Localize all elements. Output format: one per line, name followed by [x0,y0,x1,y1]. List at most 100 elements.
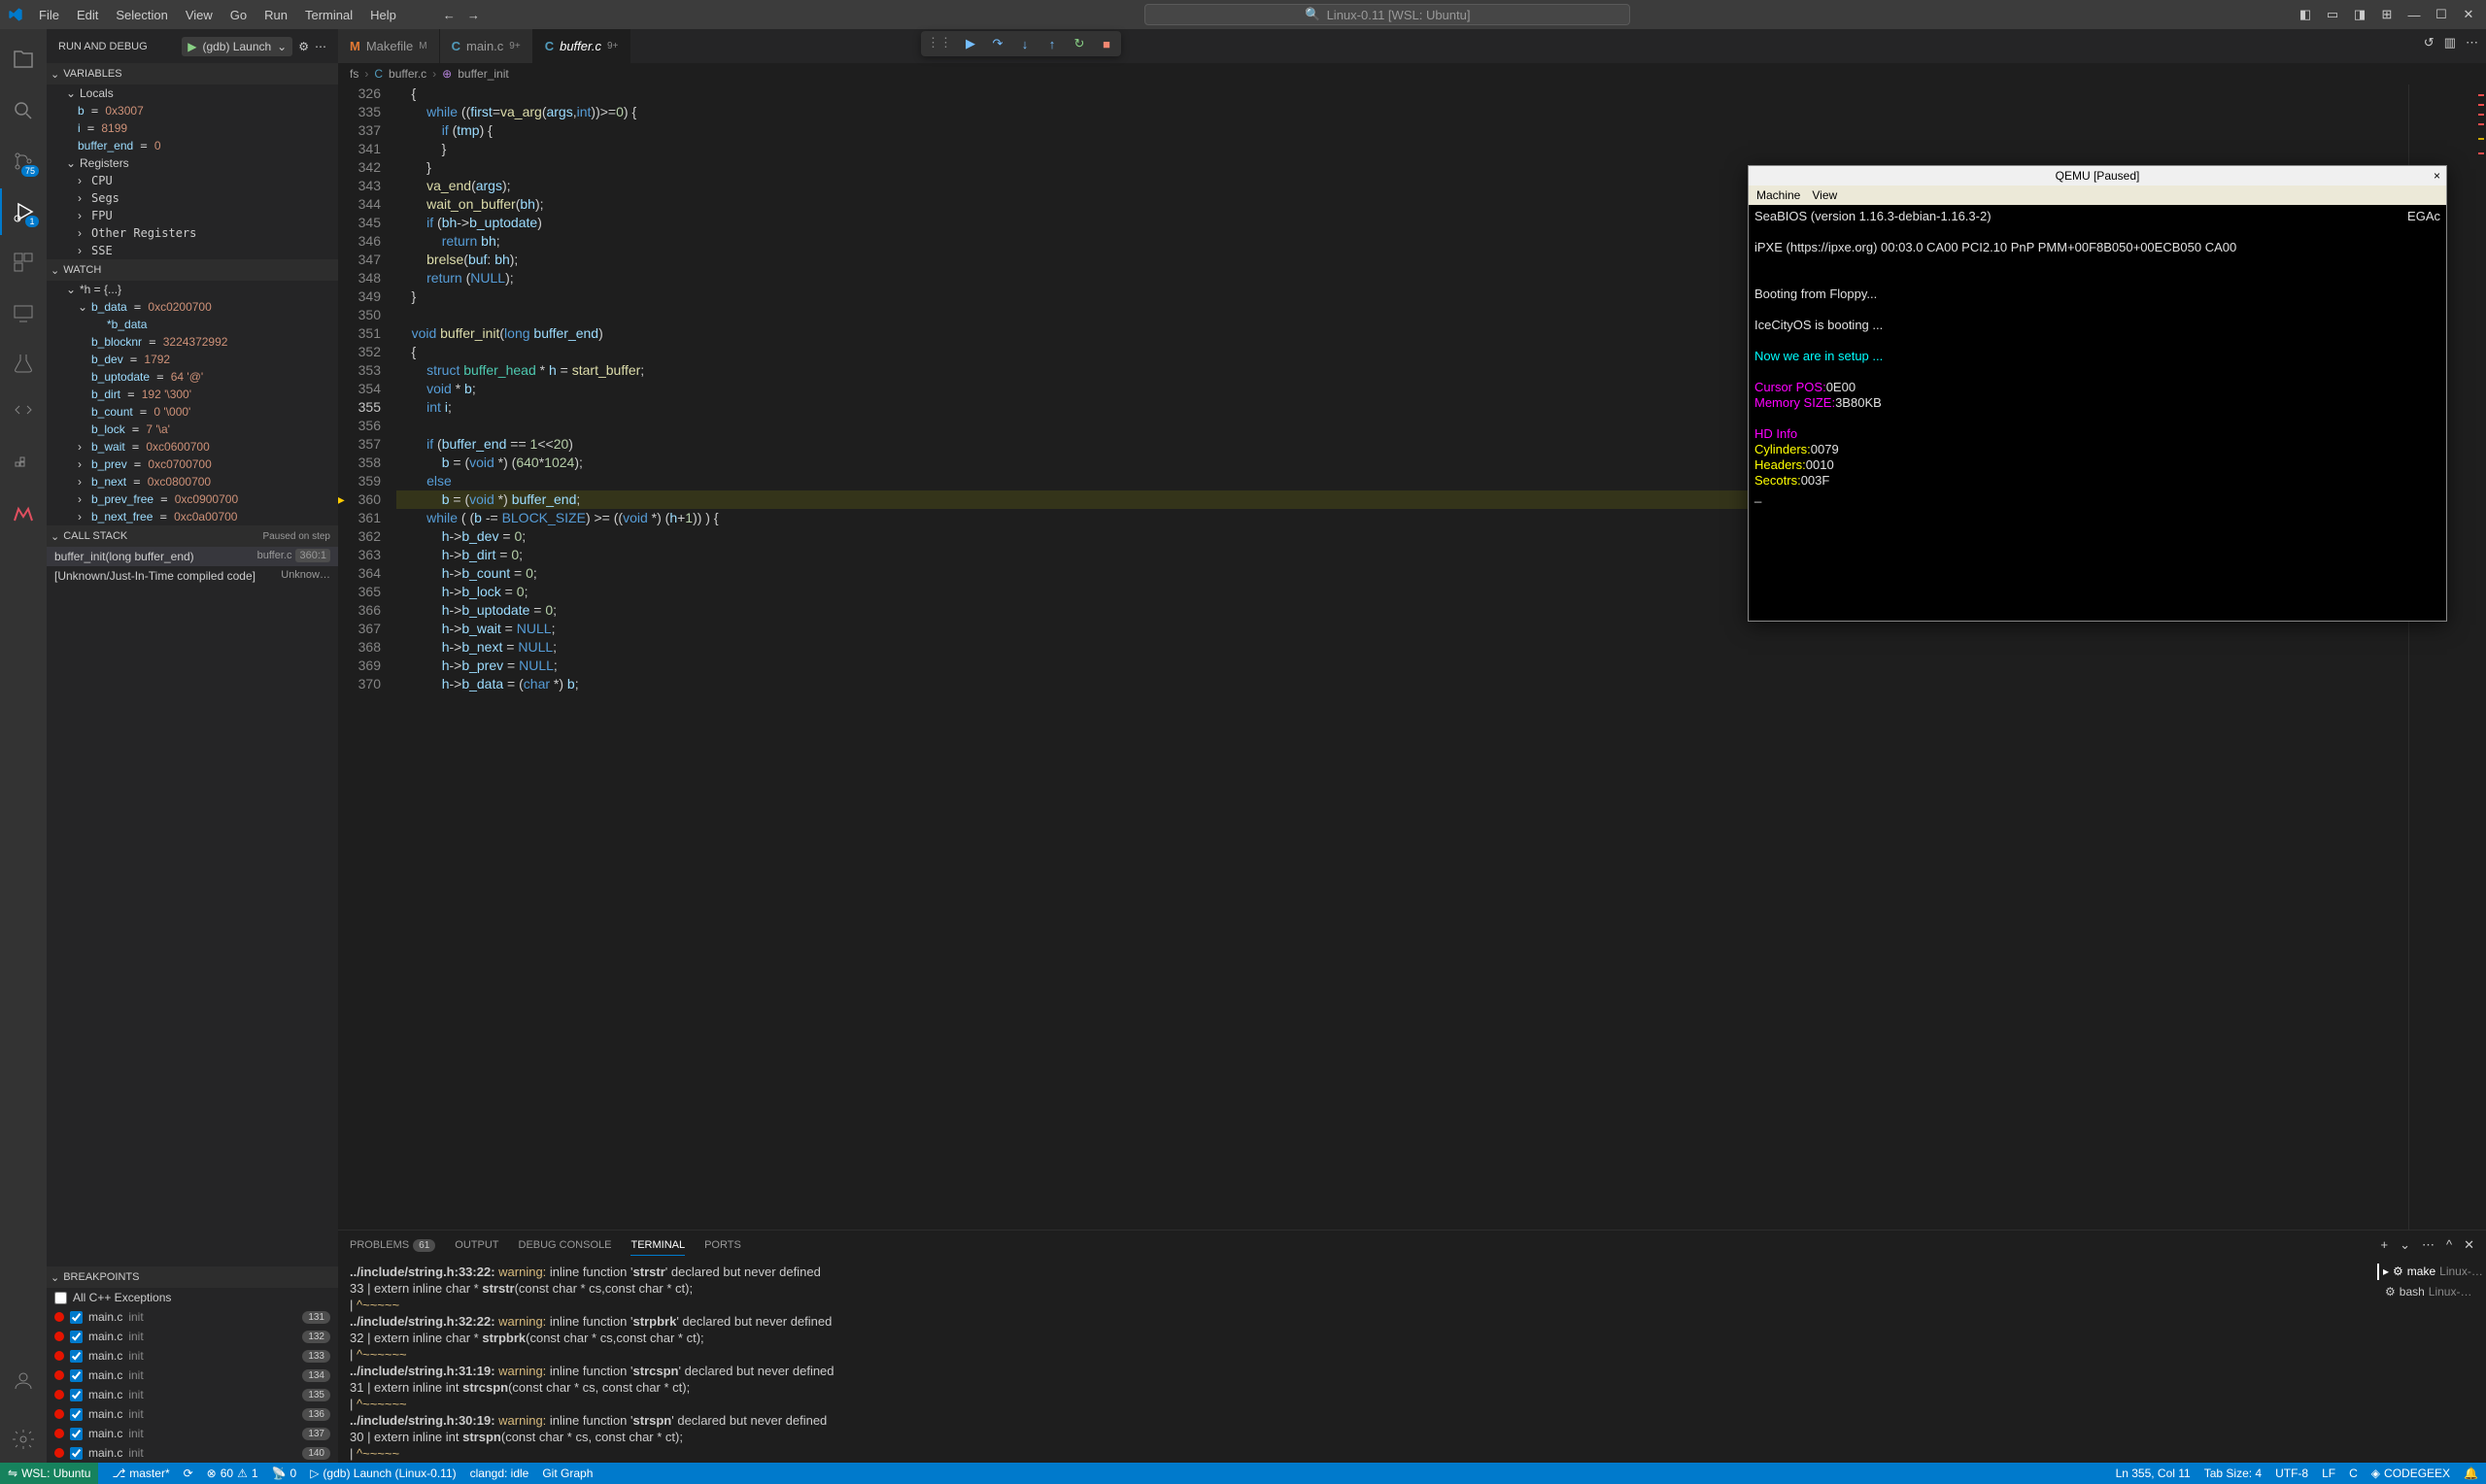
more-icon[interactable]: ⋯ [2422,1237,2435,1253]
ports-status[interactable]: 📡0 [272,1467,297,1480]
split-editor-icon[interactable]: ▥ [2444,35,2456,51]
step-out-icon[interactable]: ↑ [1043,35,1061,52]
debug-status[interactable]: ▷(gdb) Launch (Linux-0.11) [310,1467,456,1480]
menu-help[interactable]: Help [362,4,404,26]
watch-item[interactable]: ›b_next = 0xc0800700 [47,473,338,490]
terminal-dropdown-icon[interactable]: ⌄ [2400,1237,2410,1253]
search-sidebar-icon[interactable] [0,87,47,134]
gear-icon[interactable]: ⚙ [298,40,309,53]
layout-customize-icon[interactable]: ⊞ [2377,5,2397,24]
source-control-icon[interactable]: 75 [0,138,47,185]
debug-toolbar[interactable]: ⋮⋮ ▶ ↷ ↓ ↑ ↻ ■ [921,31,1121,56]
more-actions-icon[interactable]: ⋯ [2466,35,2478,51]
git-pr-icon[interactable] [0,390,47,437]
settings-gear-icon[interactable] [0,1416,47,1463]
menu-go[interactable]: Go [222,4,255,26]
minimize-icon[interactable]: — [2404,5,2424,24]
tab-ports[interactable]: PORTS [704,1235,741,1255]
variable-item[interactable]: b = 0x3007 [47,102,338,119]
variable-item[interactable]: i = 8199 [47,119,338,137]
editor-tab[interactable]: Cbuffer.c9+ [533,29,631,63]
explorer-icon[interactable] [0,37,47,84]
more-icon[interactable]: ⋯ [315,40,326,53]
bp-checkbox[interactable] [70,1447,83,1460]
breadcrumb-item[interactable]: buffer_init [458,67,508,81]
menu-terminal[interactable]: Terminal [297,4,360,26]
git-graph-status[interactable]: Git Graph [542,1467,593,1480]
watch-item[interactable]: ›b_next_free = 0xc0a00700 [47,508,338,525]
close-panel-icon[interactable]: ✕ [2464,1237,2474,1253]
breakpoint-item[interactable]: main.c init133 [47,1346,338,1366]
breakpoint-item[interactable]: main.c init136 [47,1404,338,1424]
bp-checkbox[interactable] [70,1350,83,1363]
variables-section[interactable]: ⌄VARIABLES [47,63,338,84]
watch-section[interactable]: ⌄WATCH [47,259,338,281]
registers-group[interactable]: ⌄Registers [47,154,338,172]
register-group[interactable]: ›SSE [47,242,338,259]
callstack-frame[interactable]: [Unknown/Just-In-Time compiled code]Unkn… [47,566,338,586]
qemu-titlebar[interactable]: QEMU [Paused] × [1749,166,2446,186]
cursor-position[interactable]: Ln 355, Col 11 [2116,1467,2191,1480]
tab-debug-console[interactable]: DEBUG CONSOLE [519,1235,612,1255]
sync-button[interactable]: ⟳ [184,1467,193,1480]
bp-checkbox[interactable] [70,1369,83,1382]
breakpoint-item[interactable]: main.c init134 [47,1366,338,1385]
watch-item[interactable]: b_lock = 7 '\a' [47,421,338,438]
nav-back-icon[interactable]: ← [443,8,456,22]
menu-selection[interactable]: Selection [108,4,175,26]
register-group[interactable]: ›Other Registers [47,224,338,242]
marscode-icon[interactable] [0,491,47,538]
qemu-menu-view[interactable]: View [1812,188,1837,202]
testing-icon[interactable] [0,340,47,387]
git-branch[interactable]: ⎇master* [112,1467,169,1480]
extensions-icon[interactable] [0,239,47,286]
layout-sidebar-right-icon[interactable]: ◨ [2350,5,2369,24]
run-debug-icon[interactable]: 1 [0,188,47,235]
watch-item[interactable]: b_dev = 1792 [47,351,338,368]
breadcrumb-item[interactable]: fs [350,67,358,81]
notifications-icon[interactable]: 🔔 [2464,1467,2478,1480]
bp-checkbox[interactable] [54,1292,67,1304]
breakpoint-item[interactable]: main.c init137 [47,1424,338,1443]
restart-icon[interactable]: ↻ [1071,35,1088,52]
breakpoint-item[interactable]: main.c init131 [47,1307,338,1327]
command-center[interactable]: 🔍 Linux-0.11 [WSL: Ubuntu] [1144,4,1630,25]
watch-item[interactable]: ›b_wait = 0xc0600700 [47,438,338,455]
encoding[interactable]: UTF-8 [2275,1467,2308,1480]
register-group[interactable]: ›Segs [47,189,338,207]
breakpoint-item[interactable]: main.c init132 [47,1327,338,1346]
variable-item[interactable]: buffer_end = 0 [47,137,338,154]
editor-tab[interactable]: MMakefileM [338,29,440,63]
codegeex[interactable]: ◈CODEGEEX [2371,1467,2450,1480]
clangd-status[interactable]: clangd: idle [470,1467,529,1480]
continue-icon[interactable]: ▶ [962,35,979,52]
terminal-content[interactable]: ../include/string.h:33:22: warning: inli… [338,1260,2486,1463]
qemu-menu-machine[interactable]: Machine [1756,188,1800,202]
locals-group[interactable]: ⌄Locals [47,84,338,102]
callstack-section[interactable]: ⌄CALL STACKPaused on step [47,525,338,547]
bp-allcpp[interactable]: All C++ Exceptions [47,1288,338,1307]
nav-forward-icon[interactable]: → [467,8,480,22]
maximize-panel-icon[interactable]: ^ [2446,1237,2452,1253]
terminal-item-make[interactable]: ▸⚙make Linux-… [2377,1264,2474,1280]
eol[interactable]: LF [2322,1467,2335,1480]
maximize-icon[interactable]: ☐ [2432,5,2451,24]
watch-item[interactable]: b_uptodate = 64 '@' [47,368,338,386]
layout-panel-icon[interactable]: ▭ [2323,5,2342,24]
qemu-window[interactable]: QEMU [Paused] × Machine View SeaBIOS (ve… [1748,165,2447,622]
watch-item[interactable]: *b_data [47,316,338,333]
breadcrumb[interactable]: fs › C buffer.c › ⊕ buffer_init [338,63,2486,84]
language-mode[interactable]: C [2349,1467,2358,1480]
bp-checkbox[interactable] [70,1389,83,1401]
watch-item[interactable]: b_blocknr = 3224372992 [47,333,338,351]
step-into-icon[interactable]: ↓ [1016,35,1034,52]
register-group[interactable]: ›CPU [47,172,338,189]
breakpoint-item[interactable]: main.c init135 [47,1385,338,1404]
bp-checkbox[interactable] [70,1428,83,1440]
register-group[interactable]: ›FPU [47,207,338,224]
docker-icon[interactable] [0,441,47,488]
breakpoints-section[interactable]: ⌄BREAKPOINTS [47,1266,338,1288]
problems-status[interactable]: ⊗60 ⚠1 [207,1467,258,1480]
bp-checkbox[interactable] [70,1331,83,1343]
new-terminal-icon[interactable]: + [2380,1237,2388,1253]
